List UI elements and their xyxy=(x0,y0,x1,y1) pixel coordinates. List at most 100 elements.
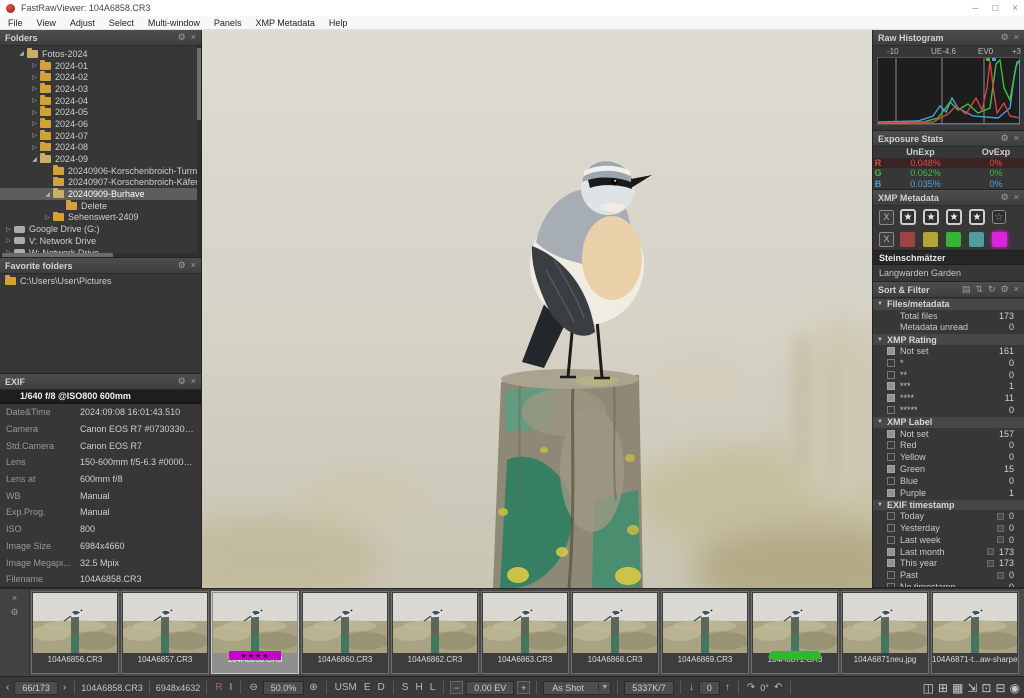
layout-single-icon[interactable]: ◫ xyxy=(923,681,934,695)
settings-icon[interactable]: ◉ xyxy=(1010,681,1020,695)
menu-multi-window[interactable]: Multi-window xyxy=(148,18,200,28)
star-rating-button[interactable]: ☆ xyxy=(992,210,1006,224)
menu-select[interactable]: Select xyxy=(109,18,134,28)
gear-icon[interactable]: ⚙ xyxy=(178,260,186,271)
folder-tree-item[interactable]: ▷V: Network Drive xyxy=(0,235,201,247)
thumbnail[interactable]: ★★★★104A6858.CR3 xyxy=(211,591,299,674)
thumbnail[interactable]: 104A6860.CR3 xyxy=(301,591,389,674)
star-rating-button[interactable]: ★ xyxy=(946,209,962,225)
menu-adjust[interactable]: Adjust xyxy=(70,18,95,28)
thumbnail[interactable]: 104A6856.CR3 xyxy=(31,591,119,674)
filter-checkbox[interactable] xyxy=(887,406,895,414)
sort-icon[interactable]: ⇅ xyxy=(976,284,984,295)
file-icon[interactable]: ▤ xyxy=(962,284,971,295)
filter-checkbox[interactable] xyxy=(887,536,895,544)
filter-row[interactable]: Not set157 xyxy=(873,428,1024,440)
filter-checkbox[interactable] xyxy=(887,394,895,402)
label-color-swatch[interactable] xyxy=(946,232,961,247)
menu-panels[interactable]: Panels xyxy=(214,18,242,28)
xmp-description-field[interactable]: Langwarden Garden xyxy=(873,265,1024,281)
filter-invert-checkbox[interactable] xyxy=(987,560,994,567)
gear-icon[interactable]: ⚙ xyxy=(1001,133,1009,144)
thumbnail[interactable]: 104A6869.CR3 xyxy=(661,591,749,674)
tree-expand-icon[interactable]: ▷ xyxy=(30,109,39,116)
tree-expand-icon[interactable]: ▷ xyxy=(30,62,39,69)
label-color-swatch[interactable] xyxy=(969,232,984,247)
xmp-title-field[interactable]: Steinschmätzer xyxy=(873,250,1024,265)
details-button[interactable]: D xyxy=(376,682,387,693)
star-rating-button[interactable]: ★ xyxy=(923,209,939,225)
star-rating-button[interactable]: ★ xyxy=(900,209,916,225)
filter-checkbox[interactable] xyxy=(887,453,895,461)
filter-row[interactable]: Red0 xyxy=(873,440,1024,452)
filter-invert-checkbox[interactable] xyxy=(987,548,994,555)
rating-down-button[interactable]: ↓ xyxy=(687,682,696,693)
tree-expand-icon[interactable]: ▷ xyxy=(30,97,39,104)
tree-expand-icon[interactable]: ▷ xyxy=(30,74,39,81)
tree-expand-icon[interactable]: ▷ xyxy=(4,237,13,244)
tree-expand-icon[interactable]: ◢ xyxy=(43,191,52,198)
ev-plus-button[interactable]: + xyxy=(517,681,530,694)
thumbnail[interactable]: 104A6868.CR3 xyxy=(571,591,659,674)
close-icon[interactable]: × xyxy=(191,376,196,387)
filter-row[interactable]: Past0 xyxy=(873,569,1024,581)
filter-checkbox[interactable] xyxy=(887,548,895,556)
menu-help[interactable]: Help xyxy=(329,18,348,28)
folder-tree-item[interactable]: ▷Sehenswert-2409 xyxy=(0,212,201,224)
filter-row[interactable]: Today0 xyxy=(873,510,1024,522)
filter-row[interactable]: *0 xyxy=(873,357,1024,369)
filter-checkbox[interactable] xyxy=(887,489,895,497)
folder-tree-item[interactable]: ◢2024-09 xyxy=(0,153,201,165)
favorite-folder-item[interactable]: C:\Users\User\Pictures xyxy=(0,274,201,287)
filter-invert-checkbox[interactable] xyxy=(997,525,1004,532)
filter-row[interactable]: This year173 xyxy=(873,558,1024,570)
filter-row[interactable]: Green15 xyxy=(873,463,1024,475)
close-icon[interactable]: × xyxy=(1014,133,1019,144)
thumbnail[interactable]: 104A6871.CR3 xyxy=(751,591,839,674)
tree-expand-icon[interactable]: ▷ xyxy=(30,85,39,92)
tree-expand-icon[interactable]: ▷ xyxy=(4,226,13,233)
folder-tree-item[interactable]: 20240907-Korschenbroich-Käfer xyxy=(0,177,201,189)
zoom-out-button[interactable]: ⊖ xyxy=(247,682,259,693)
folder-tree-item[interactable]: ▷2024-06 xyxy=(0,118,201,130)
main-image-view[interactable] xyxy=(202,30,872,588)
label-color-swatch[interactable] xyxy=(992,232,1007,247)
filter-row[interactable]: Yellow0 xyxy=(873,451,1024,463)
filter-row[interactable]: Last month173 xyxy=(873,546,1024,558)
rating-up-button[interactable]: ↑ xyxy=(723,682,732,693)
menu-file[interactable]: File xyxy=(8,18,23,28)
thumbnail[interactable]: 104A6862.CR3 xyxy=(391,591,479,674)
folder-tree-item[interactable]: ◢20240909-Burhave xyxy=(0,188,201,200)
zoom-in-button[interactable]: ⊕ xyxy=(307,682,319,693)
folder-tree-item[interactable]: ▷Google Drive (G:) xyxy=(0,223,201,235)
filter-section-header[interactable]: ▼Files/metadata xyxy=(873,298,1024,310)
filter-checkbox[interactable] xyxy=(887,477,895,485)
filter-row[interactable]: No timestamp0 xyxy=(873,581,1024,587)
layout-thumbnails-icon[interactable]: ▦ xyxy=(952,681,963,695)
panel-add-icon[interactable]: ⊡ xyxy=(981,681,991,695)
filter-row[interactable]: ****11 xyxy=(873,392,1024,404)
gear-icon[interactable]: ⚙ xyxy=(1001,192,1009,203)
filter-checkbox[interactable] xyxy=(887,512,895,520)
tree-expand-icon[interactable]: ▷ xyxy=(30,120,39,127)
folders-horizontal-scrollbar[interactable] xyxy=(0,253,201,257)
close-icon[interactable]: × xyxy=(1014,284,1019,295)
gear-icon[interactable]: ⚙ xyxy=(10,607,18,618)
folder-tree-item[interactable]: Delete xyxy=(0,200,201,212)
filter-row[interactable]: Not set161 xyxy=(873,345,1024,357)
filter-row[interactable]: **0 xyxy=(873,369,1024,381)
tree-expand-icon[interactable]: ◢ xyxy=(30,156,39,163)
filter-checkbox[interactable] xyxy=(887,347,895,355)
folder-tree-item[interactable]: ▷2024-03 xyxy=(0,83,201,95)
filter-checkbox[interactable] xyxy=(887,359,895,367)
fullscreen-icon[interactable]: ⇲ xyxy=(967,681,977,695)
thumbnail[interactable]: 104A6863.CR3 xyxy=(481,591,569,674)
next-image-button[interactable]: › xyxy=(61,682,68,693)
filter-checkbox[interactable] xyxy=(887,571,895,579)
filter-invert-checkbox[interactable] xyxy=(997,513,1004,520)
filter-checkbox[interactable] xyxy=(887,371,895,379)
folder-tree-item[interactable]: 20240906-Korschenbroich-Turmfalke xyxy=(0,165,201,177)
tree-expand-icon[interactable]: ▷ xyxy=(43,214,52,221)
filter-row[interactable]: ***1 xyxy=(873,381,1024,393)
tree-expand-icon[interactable]: ◢ xyxy=(17,50,26,57)
